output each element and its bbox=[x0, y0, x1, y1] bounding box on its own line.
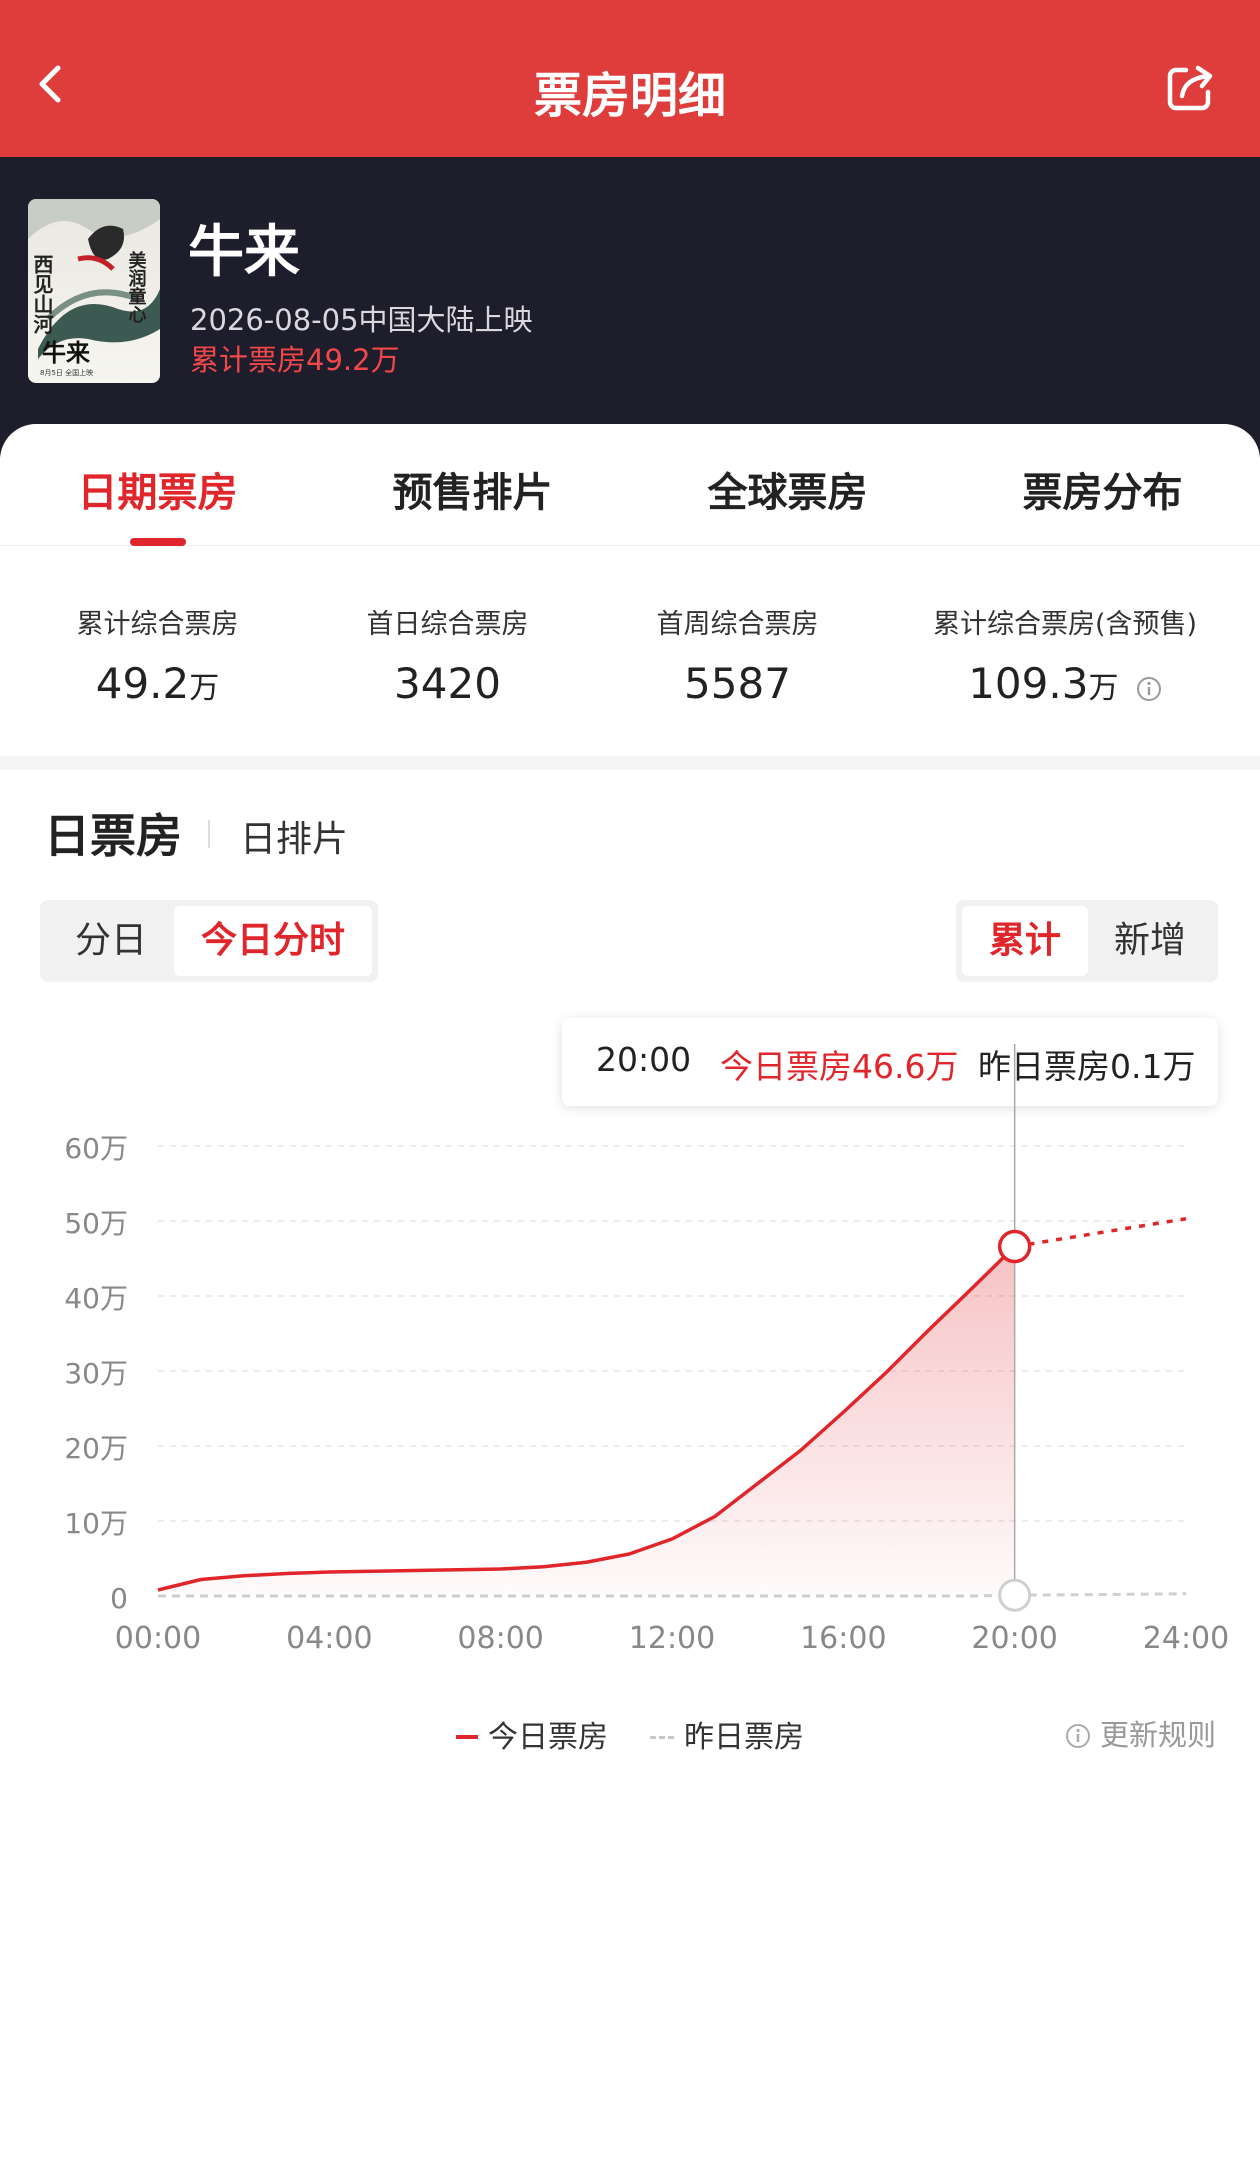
toggle-increment[interactable]: 新增 bbox=[1088, 906, 1212, 976]
release-date: 2026-08-05中国大陆上映 bbox=[190, 303, 533, 337]
page-title: 票房明细 bbox=[533, 68, 726, 124]
share-icon[interactable] bbox=[1164, 62, 1216, 114]
movie-poster[interactable]: 美润童心 西见山河 牛来 8月5日 全国上映 bbox=[28, 199, 160, 383]
today-area bbox=[158, 1246, 1015, 1596]
stat-label: 累计综合票房 bbox=[76, 609, 239, 640]
section-title-schedule[interactable]: 日排片 bbox=[240, 810, 348, 862]
legend-yesterday-label: 昨日票房 bbox=[684, 1720, 804, 1755]
movie-title: 牛来 bbox=[188, 220, 300, 285]
box-office-chart[interactable]: 0 10万 20万 30万 40万 50万 60万 00:00 04:00 08:00 12:00 1… bbox=[0, 1044, 1260, 2174]
tab-global[interactable]: 全球票房 bbox=[630, 460, 945, 518]
stat-first-week: 首周综合票房 5587 bbox=[580, 602, 895, 708]
tab-date-box-office[interactable]: 日期票房 bbox=[0, 460, 315, 518]
x-tick-label: 20:00 bbox=[971, 1621, 1057, 1656]
info-icon bbox=[1065, 1724, 1090, 1748]
info-icon[interactable] bbox=[1136, 676, 1162, 702]
y-tick-label: 30万 bbox=[64, 1357, 128, 1390]
x-tick-label: 00:00 bbox=[115, 1621, 201, 1656]
toggle-cumulative[interactable]: 累计 bbox=[962, 906, 1088, 976]
legend-today-swatch bbox=[456, 1735, 478, 1739]
update-rules-label: 更新规则 bbox=[1099, 1718, 1216, 1752]
y-tick-label: 0 bbox=[110, 1582, 128, 1615]
stat-value: 109.3 bbox=[968, 659, 1089, 708]
today-marker-point bbox=[997, 1229, 1032, 1264]
x-tick-label: 08:00 bbox=[457, 1621, 543, 1656]
stats-row: 累计综合票房 49.2万 首日综合票房 3420 首周综合票房 5587 累计综… bbox=[0, 546, 1260, 756]
stat-value: 49.2 bbox=[95, 659, 190, 708]
content-card: 日期票房 预售排片 全球票房 票房分布 累计综合票房 49.2万 首日综合票房 … bbox=[0, 424, 1260, 1801]
x-tick-label: 24:00 bbox=[1143, 1621, 1229, 1656]
x-tick-label: 16:00 bbox=[800, 1621, 886, 1656]
x-tick-label: 04:00 bbox=[286, 1621, 372, 1656]
poster-subtitle-vertical: 西见山河 bbox=[30, 254, 54, 334]
stat-value: 3420 bbox=[394, 659, 501, 708]
tab-bar: 日期票房 预售排片 全球票房 票房分布 bbox=[0, 424, 1260, 546]
section-divider bbox=[0, 756, 1260, 770]
stat-label: 首周综合票房 bbox=[656, 609, 819, 640]
toggle-today-hourly[interactable]: 今日分时 bbox=[174, 906, 372, 976]
stat-unit: 万 bbox=[1088, 671, 1119, 706]
legend-yesterday-swatch bbox=[650, 1736, 674, 1739]
chart-legend: 今日票房 昨日票房 更新规则 bbox=[0, 1712, 1260, 1772]
stat-value: 5587 bbox=[684, 659, 791, 708]
stat-label: 首日综合票房 bbox=[366, 609, 529, 640]
tab-presale[interactable]: 预售排片 bbox=[315, 460, 630, 518]
movie-info: 美润童心 西见山河 牛来 8月5日 全国上映 牛来 2026-08-05中国大陆… bbox=[0, 157, 1260, 457]
y-tick-label: 40万 bbox=[64, 1282, 128, 1315]
y-tick-label: 20万 bbox=[64, 1432, 128, 1465]
y-tick-label: 50万 bbox=[64, 1207, 128, 1240]
tab-distribution[interactable]: 票房分布 bbox=[945, 460, 1260, 518]
stat-first-day: 首日综合票房 3420 bbox=[290, 602, 605, 708]
stat-label: 累计综合票房(含预售) bbox=[932, 609, 1198, 640]
title-divider bbox=[208, 820, 210, 848]
app-header: 票房明细 bbox=[0, 0, 1260, 157]
section-title-daily[interactable]: 日票房 bbox=[44, 800, 182, 866]
stat-total: 累计综合票房 49.2万 bbox=[0, 602, 315, 708]
tab-indicator bbox=[130, 538, 186, 546]
total-box-office: 累计票房49.2万 bbox=[190, 343, 400, 377]
legend-today-label: 今日票房 bbox=[488, 1720, 608, 1755]
stat-total-with-presale: 累计综合票房(含预售) 109.3万 bbox=[900, 602, 1230, 708]
poster-name: 牛来 bbox=[42, 338, 91, 367]
toggle-daily[interactable]: 分日 bbox=[46, 906, 176, 976]
stat-unit: 万 bbox=[189, 671, 220, 706]
y-tick-label: 10万 bbox=[64, 1507, 128, 1540]
toggle-mode: 累计 新增 bbox=[956, 900, 1218, 982]
poster-title-vertical: 美润童心 bbox=[126, 250, 147, 323]
update-rules-link[interactable]: 更新规则 bbox=[1065, 1712, 1216, 1754]
legend-yesterday: 昨日票房 bbox=[650, 1712, 804, 1756]
x-tick-label: 12:00 bbox=[629, 1621, 715, 1656]
today-projection-line bbox=[1014, 1217, 1187, 1249]
legend-today: 今日票房 bbox=[456, 1712, 608, 1756]
y-tick-label: 60万 bbox=[64, 1132, 128, 1165]
poster-date: 8月5日 全国上映 bbox=[40, 368, 93, 377]
toggle-period: 分日 今日分时 bbox=[40, 900, 378, 982]
yesterday-projection-line bbox=[1014, 1592, 1187, 1597]
yesterday-marker-point bbox=[998, 1578, 1032, 1612]
